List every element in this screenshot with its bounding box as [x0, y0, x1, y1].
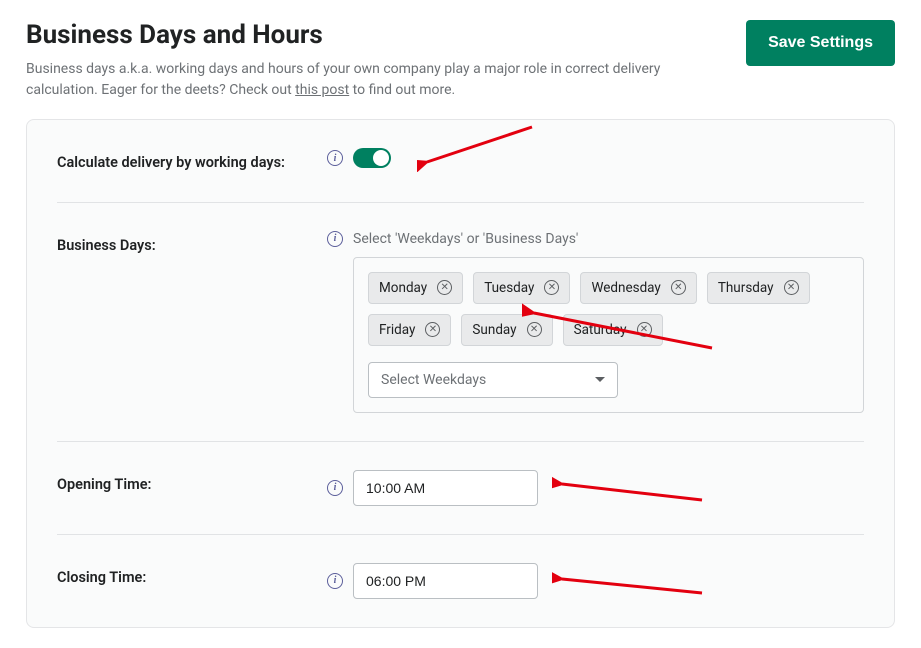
opening-time-label: Opening Time: — [57, 470, 327, 496]
chip-label: Monday — [379, 280, 427, 296]
remove-chip-icon[interactable]: ✕ — [671, 280, 686, 295]
remove-chip-icon[interactable]: ✕ — [437, 280, 452, 295]
chip-label: Saturday — [574, 322, 627, 338]
select-weekdays-dropdown[interactable]: Select Weekdays — [368, 362, 618, 398]
page-title: Business Days and Hours — [26, 20, 666, 51]
remove-chip-icon[interactable]: ✕ — [544, 280, 559, 295]
page-description: Business days a.k.a. working days and ho… — [26, 59, 666, 101]
calc-toggle[interactable] — [353, 148, 391, 168]
closing-time-input[interactable] — [353, 563, 538, 599]
business-days-box: Monday✕Tuesday✕Wednesday✕Thursday✕Friday… — [353, 257, 864, 413]
info-icon[interactable]: i — [327, 480, 343, 496]
row-closing-time: Closing Time: i — [57, 535, 864, 627]
chevron-down-icon — [595, 377, 605, 382]
row-business-days: Business Days: i Select 'Weekdays' or 'B… — [57, 203, 864, 442]
remove-chip-icon[interactable]: ✕ — [425, 322, 440, 337]
day-chip: Saturday ✕ — [563, 314, 663, 346]
remove-chip-icon[interactable]: ✕ — [637, 322, 652, 337]
settings-panel: Calculate delivery by working days: i Bu… — [26, 119, 895, 628]
day-chip: Friday ✕ — [368, 314, 451, 346]
info-icon[interactable]: i — [327, 231, 343, 247]
closing-time-label: Closing Time: — [57, 563, 327, 589]
remove-chip-icon[interactable]: ✕ — [527, 322, 542, 337]
this-post-link[interactable]: this post — [295, 82, 349, 98]
calc-label: Calculate delivery by working days: — [57, 148, 327, 174]
select-placeholder: Select Weekdays — [381, 372, 486, 388]
opening-time-input[interactable] — [353, 470, 538, 506]
day-chip: Tuesday ✕ — [473, 272, 570, 304]
save-settings-button[interactable]: Save Settings — [746, 20, 895, 66]
remove-chip-icon[interactable]: ✕ — [784, 280, 799, 295]
row-opening-time: Opening Time: i — [57, 442, 864, 535]
day-chip: Sunday ✕ — [461, 314, 552, 346]
business-days-hint: Select 'Weekdays' or 'Business Days' — [353, 231, 864, 247]
chip-label: Wednesday — [591, 280, 660, 296]
row-calculate-by-working-days: Calculate delivery by working days: i — [57, 120, 864, 203]
chip-label: Sunday — [472, 322, 516, 338]
day-chip: Thursday ✕ — [707, 272, 810, 304]
day-chip: Wednesday ✕ — [580, 272, 696, 304]
info-icon[interactable]: i — [327, 150, 343, 166]
chip-label: Friday — [379, 322, 415, 338]
business-days-label: Business Days: — [57, 231, 327, 257]
chip-label: Tuesday — [484, 280, 534, 296]
chip-label: Thursday — [718, 280, 774, 296]
info-icon[interactable]: i — [327, 573, 343, 589]
day-chip: Monday ✕ — [368, 272, 463, 304]
